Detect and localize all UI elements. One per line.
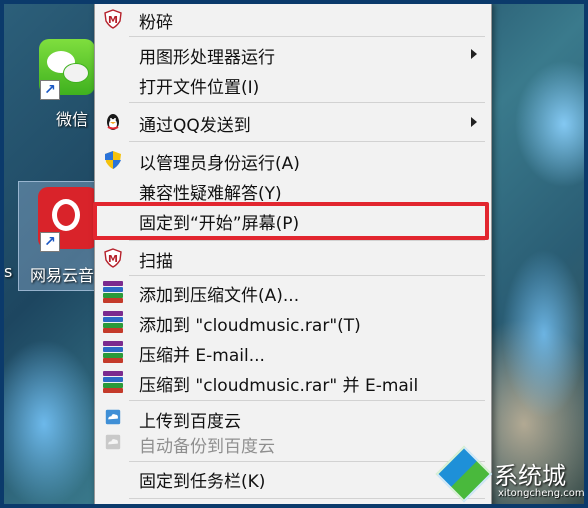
menu-item-auto-backup-baidu: 自动备份到百度云 bbox=[95, 429, 491, 457]
menu-item-label: 扫描 bbox=[139, 252, 173, 272]
menu-item-label: 固定到任务栏(K) bbox=[139, 472, 266, 492]
winrar-icon bbox=[103, 341, 123, 363]
menu-item-compat-troubleshoot[interactable]: 兼容性疑难解答(Y) bbox=[95, 176, 491, 204]
wechat-desktop-icon[interactable]: ↗ 微信 bbox=[4, 4, 95, 134]
menu-item-label: 压缩到 "cloudmusic.rar" 并 E-mail bbox=[139, 376, 419, 396]
menu-item-add-to-rar[interactable]: 添加到 "cloudmusic.rar"(T) bbox=[95, 308, 491, 336]
svg-text:M: M bbox=[108, 254, 118, 265]
context-menu: M 粉碎 用图形处理器运行 打开文件位置(I) 通过QQ发送到 以管理员身份运行… bbox=[94, 4, 492, 504]
menu-item-run-with-gpu[interactable]: 用图形处理器运行 bbox=[95, 40, 491, 68]
menu-separator bbox=[129, 461, 485, 462]
menu-separator bbox=[129, 240, 485, 241]
menu-item-open-file-location[interactable]: 打开文件位置(I) bbox=[95, 70, 491, 98]
shield-m-icon: M bbox=[104, 248, 122, 268]
menu-item-pin-to-taskbar[interactable]: 固定到任务栏(K) bbox=[95, 464, 491, 492]
netease-label: 网易云音 bbox=[30, 266, 95, 285]
menu-item-label: 以管理员身份运行(A) bbox=[139, 154, 300, 174]
menu-separator bbox=[129, 36, 485, 37]
watermark-brand: 系统城 bbox=[494, 462, 566, 490]
winrar-icon bbox=[103, 311, 123, 333]
baidu-cloud-icon bbox=[105, 409, 121, 425]
shield-m-icon: M bbox=[104, 9, 122, 29]
shortcut-arrow-icon: ↗ bbox=[40, 232, 60, 252]
watermark-url: xitongcheng.com bbox=[498, 488, 585, 499]
menu-item-label: 通过QQ发送到 bbox=[139, 116, 251, 136]
menu-item-run-as-admin[interactable]: 以管理员身份运行(A) bbox=[95, 146, 491, 174]
winrar-icon bbox=[103, 371, 123, 393]
watermark: 系统城 xitongcheng.com bbox=[434, 444, 585, 504]
menu-item-label: 压缩并 E-mail... bbox=[139, 346, 265, 366]
submenu-arrow-icon bbox=[471, 49, 477, 59]
netease-desktop-icon[interactable]: ↗ 网易云音 s bbox=[4, 180, 98, 290]
menu-item-send-via-qq[interactable]: 通过QQ发送到 bbox=[95, 108, 491, 136]
svg-text:M: M bbox=[108, 15, 118, 26]
uac-shield-icon bbox=[105, 151, 121, 169]
baidu-cloud-icon bbox=[105, 434, 121, 450]
watermark-logo-icon bbox=[435, 445, 493, 503]
menu-item-label: 用图形处理器运行 bbox=[139, 48, 275, 68]
menu-item-compress-rar-email[interactable]: 压缩到 "cloudmusic.rar" 并 E-mail bbox=[95, 368, 491, 396]
menu-item-add-to-archive[interactable]: 添加到压缩文件(A)... bbox=[95, 278, 491, 306]
menu-item-label: 兼容性疑难解答(Y) bbox=[139, 184, 282, 204]
menu-item-upload-baidu[interactable]: 上传到百度云 bbox=[95, 404, 491, 432]
winrar-icon bbox=[103, 281, 123, 303]
qq-penguin-icon bbox=[107, 114, 119, 130]
menu-item-label: 添加到压缩文件(A)... bbox=[139, 286, 300, 306]
menu-item-label: 添加到 "cloudmusic.rar"(T) bbox=[139, 316, 361, 336]
menu-item-label: 粉碎 bbox=[139, 13, 173, 33]
menu-item-compress-email[interactable]: 压缩并 E-mail... bbox=[95, 338, 491, 366]
shortcut-arrow-icon: ↗ bbox=[40, 80, 60, 100]
menu-item-label: 自动备份到百度云 bbox=[139, 437, 275, 457]
menu-separator bbox=[129, 275, 485, 276]
menu-item-scan[interactable]: M 扫描 bbox=[95, 244, 491, 272]
wechat-label: 微信 bbox=[56, 110, 89, 129]
highlight-annotation-box bbox=[93, 202, 489, 240]
submenu-arrow-icon bbox=[471, 117, 477, 127]
desktop-frame: ↗ 微信 ↗ 网易云音 s M 粉碎 用图形处理器运行 打开文件位置(I) 通过… bbox=[0, 0, 588, 508]
menu-separator bbox=[129, 400, 485, 401]
menu-separator bbox=[129, 498, 485, 499]
menu-item-label: 打开文件位置(I) bbox=[139, 78, 260, 98]
menu-separator bbox=[129, 141, 485, 142]
menu-item-shred[interactable]: M 粉碎 bbox=[95, 5, 491, 33]
left-edge-label: s bbox=[4, 262, 13, 281]
menu-separator bbox=[129, 102, 485, 103]
